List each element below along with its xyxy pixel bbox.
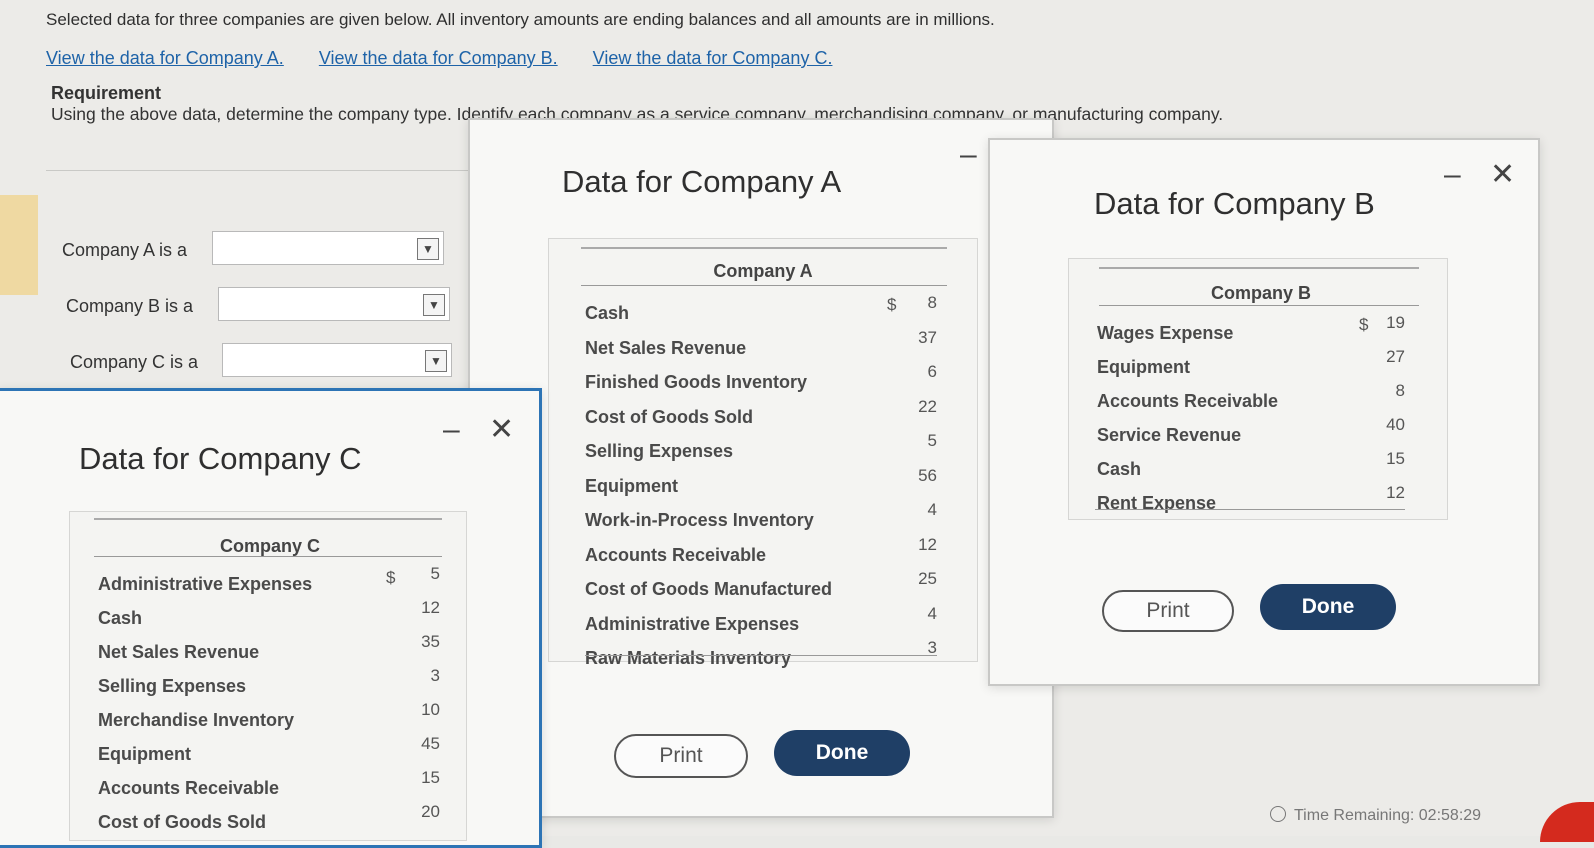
row-value: 22 <box>918 396 937 416</box>
row-value: 27 <box>1386 347 1405 366</box>
minimize-icon[interactable]: – <box>443 415 460 445</box>
modal-title: Data for Company B <box>1094 186 1375 221</box>
link-company-c[interactable]: View the data for Company C. <box>593 48 833 68</box>
row-label: Cash <box>585 303 630 323</box>
link-company-a[interactable]: View the data for Company A. <box>46 48 284 68</box>
intro-text: Selected data for three companies are gi… <box>46 10 995 29</box>
row-label: Equipment <box>1097 357 1190 377</box>
row-value: 4 <box>927 500 937 519</box>
company-a-select[interactable]: ▼ <box>212 231 444 265</box>
print-button[interactable]: Print <box>1102 590 1234 632</box>
table-header: Company A <box>713 261 813 281</box>
table-header-rule <box>1099 305 1419 306</box>
row-value: 8 <box>1395 381 1405 400</box>
row-label: Net Sales Revenue <box>98 642 260 662</box>
chevron-down-icon: ▼ <box>417 238 439 260</box>
row-value: 12 <box>421 598 440 617</box>
row-value: 10 <box>421 700 440 719</box>
highlight-strip <box>0 195 38 295</box>
data-table-c: Company C $ Administrative Expenses 5 Cash… <box>69 511 467 841</box>
row-value: 5 <box>430 564 440 583</box>
done-button[interactable]: Done <box>1260 584 1396 630</box>
row-label: Equipment <box>585 475 678 496</box>
row-label: Accounts Receivable <box>1097 391 1279 411</box>
row-label: Selling Expenses <box>585 441 734 461</box>
company-c-select[interactable]: ▼ <box>222 343 452 377</box>
company-b-select[interactable]: ▼ <box>218 287 450 321</box>
link-company-b[interactable]: View the data for Company B. <box>319 48 558 68</box>
row-label: Raw Materials Inventory <box>585 648 792 668</box>
row-value: 12 <box>1386 483 1405 502</box>
time-remaining-text: Time Remaining: 02:58:29 <box>1294 807 1482 824</box>
print-button[interactable]: Print <box>614 734 748 778</box>
modal-title: Data for Company C <box>79 441 362 476</box>
requirement-title: Requirement <box>51 83 162 103</box>
row-label: Accounts Receivable <box>585 544 767 565</box>
row-label: Selling Expenses <box>98 676 247 696</box>
row-label: Service Revenue <box>1097 425 1242 445</box>
row-value: 12 <box>918 534 937 554</box>
modal-company-a: Data for Company A – Company A $ Cash 8 Ne… <box>468 118 1054 818</box>
info-icon <box>1270 806 1286 822</box>
question-c-label: Company C is a <box>70 352 199 372</box>
row-label: Administrative Expenses <box>585 613 800 634</box>
company-links: View the data for Company A. View the da… <box>46 48 862 69</box>
row-value: 6 <box>927 362 937 381</box>
row-value: 40 <box>1386 415 1405 434</box>
table-bottom-rule <box>1095 509 1405 510</box>
row-value: 45 <box>421 734 440 753</box>
data-table-a: Company A $ Cash 8 Net Sales Revenue 37 Fini… <box>548 238 978 668</box>
time-remaining: Time Remaining: 02:58:29 <box>1270 806 1481 825</box>
row-label: Cost of Goods Sold <box>585 406 753 427</box>
row-value: 3 <box>430 666 440 685</box>
row-value: 20 <box>421 802 440 821</box>
data-table-b: Company B $ Wages Expense 19 Equipment 27 Ac… <box>1068 258 1448 520</box>
table-top-rule <box>581 247 947 249</box>
row-label: Cash <box>1097 459 1142 479</box>
table-top-rule <box>94 518 442 520</box>
modal-company-c: Data for Company C – ✕ Company C $ Admin… <box>0 388 542 848</box>
minimize-icon[interactable]: – <box>960 140 977 170</box>
chevron-down-icon: ▼ <box>423 294 445 316</box>
currency-symbol: $ <box>887 295 897 314</box>
table-header: Company C <box>219 536 320 556</box>
modal-title: Data for Company A <box>562 164 842 199</box>
row-value: 15 <box>421 768 440 787</box>
row-value: 35 <box>421 632 440 651</box>
row-label: Finished Goods Inventory <box>585 372 808 392</box>
question-a-label: Company A is a <box>62 240 188 260</box>
table-header-rule <box>94 556 442 557</box>
chevron-down-icon: ▼ <box>425 350 447 372</box>
row-label: Cost of Goods Sold <box>98 812 266 832</box>
table-header: Company B <box>1210 283 1311 303</box>
row-label: Administrative Expenses <box>98 574 313 594</box>
row-label: Work-in-Process Inventory <box>585 510 814 530</box>
row-value: 4 <box>927 603 937 623</box>
row-label: Equipment <box>98 744 191 764</box>
row-value: 37 <box>918 327 937 347</box>
question-b-label: Company B is a <box>66 296 194 316</box>
row-value: 56 <box>918 465 937 485</box>
done-button[interactable]: Done <box>774 730 910 776</box>
table-header-rule <box>581 285 947 286</box>
row-label: Rent Expense <box>1097 493 1217 513</box>
row-label: Cash <box>98 608 143 628</box>
row-value: 8 <box>927 293 937 312</box>
table-top-rule <box>1099 267 1419 269</box>
currency-symbol: $ <box>386 568 396 587</box>
close-icon[interactable]: ✕ <box>489 415 514 445</box>
row-value: 5 <box>927 431 937 450</box>
row-value: 15 <box>1386 449 1405 468</box>
row-value: 25 <box>918 569 937 588</box>
row-label: Wages Expense <box>1097 323 1234 343</box>
row-label: Merchandise Inventory <box>98 710 295 730</box>
minimize-icon[interactable]: – <box>1444 160 1461 190</box>
table-bottom-rule <box>585 655 937 656</box>
row-value: 19 <box>1386 313 1405 332</box>
row-label: Cost of Goods Manufactured <box>585 579 832 599</box>
row-label: Accounts Receivable <box>98 778 280 798</box>
modal-company-b: Data for Company B – ✕ Company B $ Wages… <box>988 138 1540 686</box>
close-icon[interactable]: ✕ <box>1490 160 1515 190</box>
row-label: Net Sales Revenue <box>585 337 747 358</box>
